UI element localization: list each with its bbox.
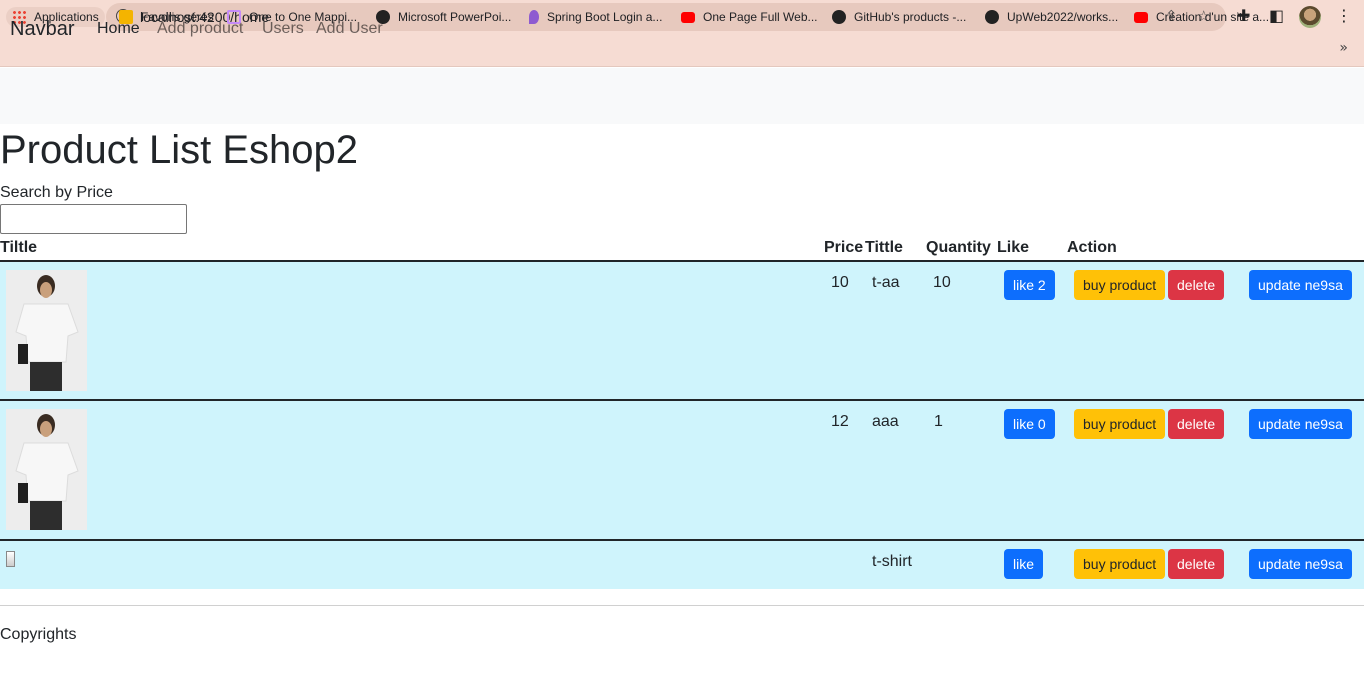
bookmark-one-page[interactable]: One Page Full Web... — [681, 7, 818, 27]
column-header-price: Price — [824, 239, 864, 256]
update-button[interactable]: update ne9sa — [1249, 549, 1352, 579]
column-header-tiltle: Tiltle — [0, 239, 38, 256]
table-row: 10 t-aa 10 like 2 buy product delete upd… — [0, 262, 1364, 399]
product-title: t-aa — [872, 274, 900, 291]
column-header-quantity: Quantity — [926, 239, 991, 256]
delete-button[interactable]: delete — [1168, 270, 1225, 300]
bookmark-upweb[interactable]: UpWeb2022/works... — [985, 7, 1118, 27]
nav-link-add-product[interactable]: Add product — [157, 20, 243, 38]
update-button[interactable]: update ne9sa — [1249, 270, 1352, 300]
like-button[interactable]: like 2 — [1004, 270, 1055, 300]
bookmark-label: GitHub's products -... — [854, 10, 967, 24]
more-bookmarks-icon[interactable]: » — [1339, 40, 1348, 56]
product-image — [6, 270, 87, 391]
product-quantity: 1 — [934, 413, 943, 430]
column-header-tittle: Tittle — [865, 239, 903, 256]
search-price-input[interactable] — [0, 204, 187, 234]
buy-product-button[interactable]: buy product — [1074, 409, 1166, 439]
column-header-like: Like — [997, 239, 1030, 256]
delete-button[interactable]: delete — [1168, 549, 1225, 579]
nav-link-add-user[interactable]: Add User — [316, 20, 383, 38]
bookmark-label: Spring Boot Login a... — [547, 10, 663, 24]
update-button[interactable]: update ne9sa — [1249, 409, 1352, 439]
column-header-action: Action — [1067, 239, 1117, 256]
bookmark-label: Création d'un site a... — [1156, 10, 1270, 24]
table-row: t-shirt like buy product delete update n… — [0, 541, 1364, 589]
bookmark-label: One Page Full Web... — [703, 10, 818, 24]
product-price: 10 — [831, 274, 849, 291]
drop-icon — [529, 10, 539, 24]
youtube-icon — [1134, 11, 1148, 23]
bookmark-creation-site[interactable]: Création d'un site a... — [1134, 7, 1269, 27]
github-icon — [985, 10, 999, 24]
navbar-brand[interactable]: Navbar — [10, 18, 74, 41]
broken-image-icon — [6, 551, 15, 567]
product-price: 12 — [831, 413, 849, 430]
bookmark-spring-boot[interactable]: Spring Boot Login a... — [529, 7, 662, 27]
browser-menu-icon[interactable]: ⋮ — [1336, 6, 1352, 25]
footer-divider — [0, 605, 1364, 606]
product-title: t-shirt — [872, 553, 912, 570]
like-button[interactable]: like — [1004, 549, 1044, 579]
buy-product-button[interactable]: buy product — [1074, 549, 1166, 579]
bookmark-label: UpWeb2022/works... — [1007, 10, 1119, 24]
nav-link-users[interactable]: Users — [262, 20, 304, 38]
app-navbar — [0, 68, 1364, 124]
bookmark-github-products[interactable]: GitHub's products -... — [832, 7, 966, 27]
product-image — [6, 409, 87, 530]
buy-product-button[interactable]: buy product — [1074, 270, 1166, 300]
delete-button[interactable]: delete — [1168, 409, 1225, 439]
bookmark-label: Microsoft PowerPoi... — [398, 10, 512, 24]
profile-avatar[interactable] — [1299, 6, 1321, 28]
table-row: 12 aaa 1 like 0 buy product delete updat… — [0, 401, 1364, 539]
github-icon — [832, 10, 846, 24]
youtube-icon — [681, 11, 695, 23]
like-button[interactable]: like 0 — [1004, 409, 1055, 439]
side-panel-icon[interactable]: ◧ — [1269, 6, 1284, 25]
product-quantity: 10 — [933, 274, 951, 291]
nav-link-home[interactable]: Home — [97, 20, 140, 38]
footer-copyrights: Copyrights — [0, 626, 77, 643]
search-label: Search by Price — [0, 184, 113, 201]
bookmark-powerpoint[interactable]: Microsoft PowerPoi... — [376, 7, 511, 27]
page-title: Product List Eshop2 — [0, 128, 358, 172]
bookmarks-bar — [0, 34, 1364, 67]
product-title: aaa — [872, 413, 899, 430]
